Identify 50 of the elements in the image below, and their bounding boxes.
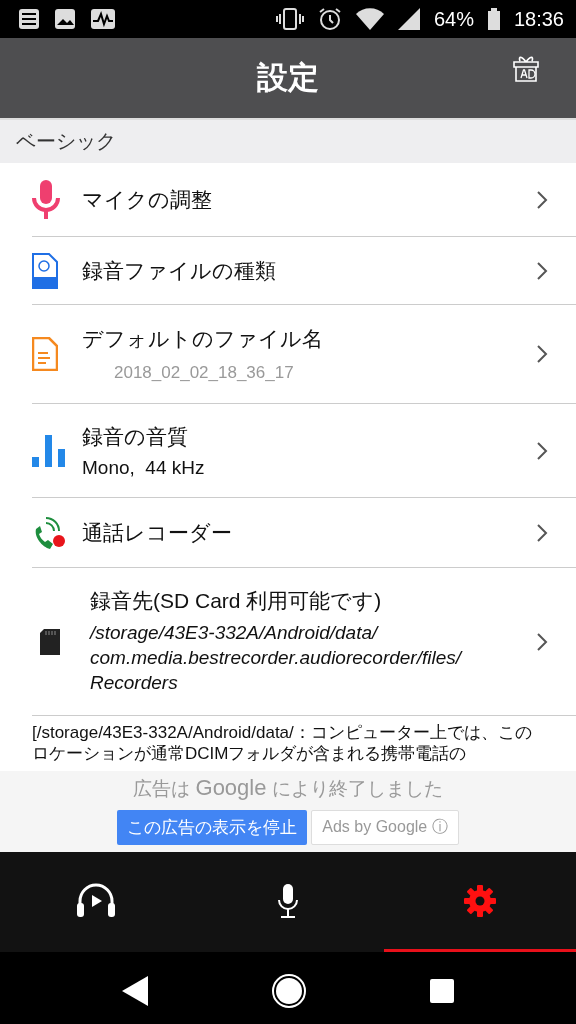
storage-path: /storage/43E3-332A/Android/data/ com.media.bestrecorder.audiorecorder/files/ Recorders bbox=[90, 621, 464, 695]
setting-title: 通話レコーダー bbox=[82, 519, 233, 546]
mp3-file-icon bbox=[32, 252, 58, 289]
settings-row[interactable]: デフォルトのファイル名 2018_02_02_18_36_17 bbox=[32, 305, 576, 404]
chevron-right-icon bbox=[536, 189, 548, 210]
home-icon[interactable] bbox=[271, 973, 307, 1009]
screen-title: 設定 bbox=[257, 59, 319, 97]
gift-icon[interactable] bbox=[512, 54, 540, 82]
chevron-right-icon bbox=[536, 522, 548, 543]
wifi-icon bbox=[355, 8, 384, 30]
settings-icon bbox=[464, 884, 496, 917]
notification-icon bbox=[18, 8, 40, 30]
chevron-right-icon bbox=[536, 631, 548, 652]
storage-description: [/storage/43E3-332A/Android/data/：コンピューター上では、このロケーションが通常DCIMフォルダが含まれる携帯電話の bbox=[32, 722, 533, 766]
signal-icon bbox=[397, 8, 420, 30]
activity-icon bbox=[90, 8, 116, 30]
battery-icon bbox=[487, 8, 500, 30]
chevron-right-icon bbox=[536, 344, 548, 364]
chevron-right-icon bbox=[536, 260, 548, 281]
setting-title: 録音の音質 bbox=[82, 423, 189, 450]
setting-title: デフォルトのファイル名 bbox=[82, 326, 324, 352]
microphone-icon bbox=[277, 883, 299, 918]
settings-row[interactable]: 録音の音質 Mono, 44 kHz bbox=[32, 404, 576, 498]
setting-title: 録音先(SD Card 利用可能です) bbox=[90, 588, 383, 615]
battery-percentage: 64% bbox=[433, 7, 474, 31]
ad-message: により終了しました bbox=[272, 777, 444, 801]
google-wordmark: Google bbox=[195, 775, 267, 801]
clock: 18:36 bbox=[513, 7, 564, 31]
setting-title: 録音ファイルの種類 bbox=[82, 257, 277, 284]
settings-row[interactable]: 録音先(SD Card 利用可能です) /storage/43E3-332A/Android/data/ com.media.bestrecorder.audiorecorder/files/ Recorders bbox=[32, 568, 576, 716]
headphones-icon bbox=[76, 882, 116, 919]
bar-chart-icon bbox=[32, 434, 66, 467]
back-icon[interactable] bbox=[121, 976, 148, 1006]
settings-row[interactable]: 通話レコーダー bbox=[32, 498, 576, 568]
ad-message: 広告は bbox=[132, 777, 190, 801]
microphone-icon bbox=[32, 179, 60, 220]
quality-value: Mono, 44 kHz bbox=[82, 456, 206, 479]
settings-row[interactable]: 録音ファイルの種類 bbox=[32, 237, 576, 305]
file-name-value: 2018_02_02_18_36_17 bbox=[114, 363, 295, 383]
vibrate-icon bbox=[275, 8, 304, 30]
alarm-icon bbox=[317, 7, 342, 31]
settings-row[interactable]: マイクの調整 bbox=[32, 163, 576, 237]
section-header: ベーシック bbox=[0, 118, 576, 163]
setting-title: マイクの調整 bbox=[82, 186, 213, 213]
sd-card-icon bbox=[40, 628, 60, 655]
recents-icon[interactable] bbox=[430, 979, 455, 1003]
document-icon bbox=[32, 337, 58, 371]
image-icon bbox=[54, 8, 76, 30]
stop-ad-button[interactable]: この広告の表示を停止 bbox=[117, 810, 308, 845]
chevron-right-icon bbox=[536, 440, 548, 461]
